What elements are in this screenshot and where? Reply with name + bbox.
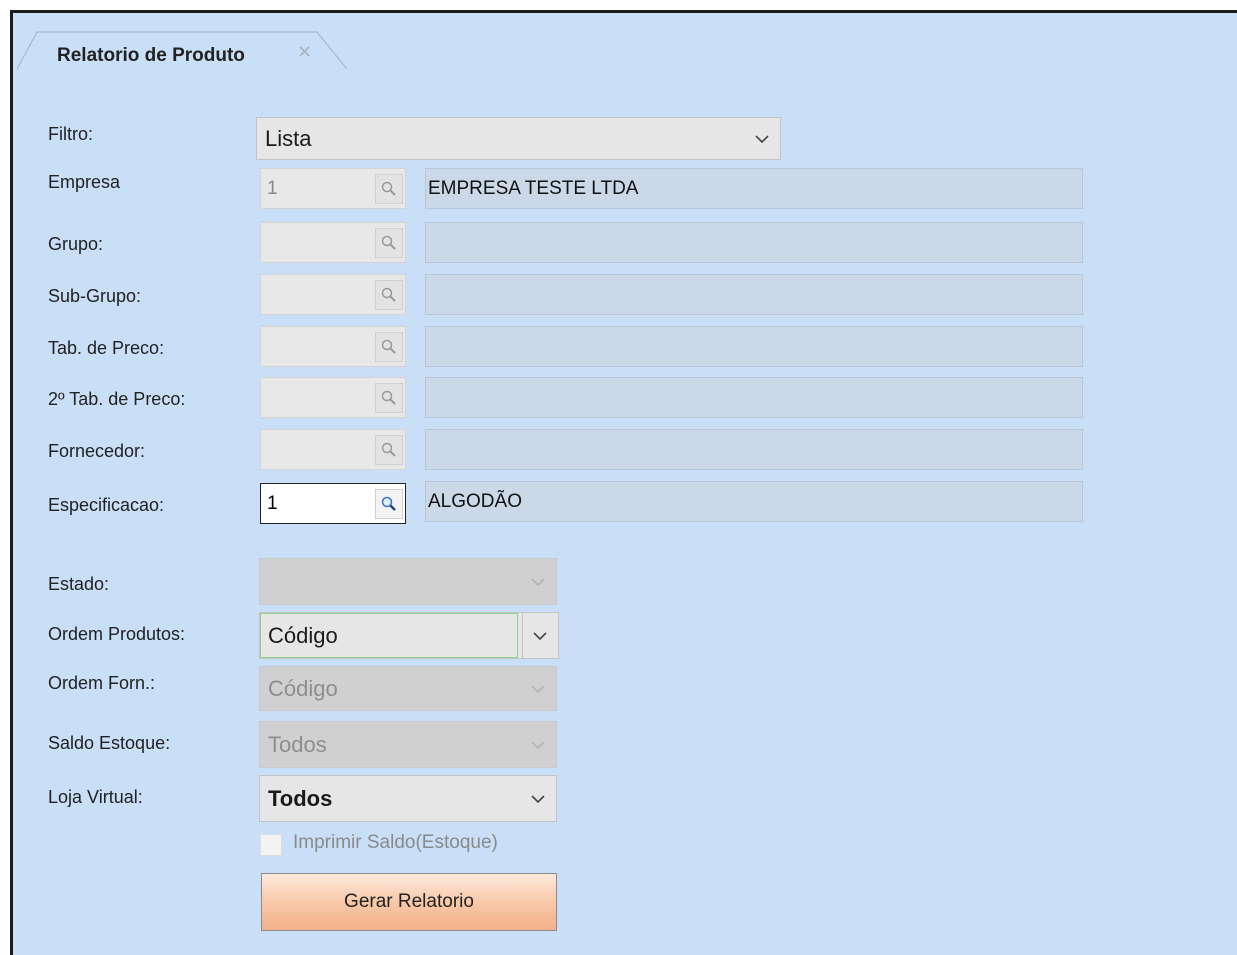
- estado-select[interactable]: [259, 558, 557, 605]
- chevron-down-icon: [533, 631, 547, 640]
- grupo-label: Grupo:: [48, 234, 104, 254]
- subgrupo-lookup-button[interactable]: [375, 280, 403, 310]
- especificacao-code-value: 1: [267, 492, 278, 514]
- grupo-lookup-button[interactable]: [375, 228, 403, 258]
- chevron-down-icon: [531, 684, 545, 693]
- imprimir-saldo-label: Imprimir Saldo(Estoque): [293, 832, 498, 853]
- empresa-label: Empresa: [48, 172, 121, 192]
- tab-preco-code-input[interactable]: [260, 326, 406, 367]
- ordem-produtos-select[interactable]: Código: [259, 612, 559, 659]
- filtro-label: Filtro:: [48, 124, 93, 144]
- magnifier-icon: [381, 287, 396, 302]
- saldo-estoque-value: Todos: [268, 731, 327, 757]
- ordem-produtos-value: Código: [268, 622, 338, 648]
- fornecedor-label: Fornecedor:: [48, 441, 146, 461]
- grupo-description-field: [425, 222, 1083, 263]
- loja-virtual-label: Loja Virtual:: [48, 787, 143, 807]
- tab-relatorio-produto[interactable]: Relatorio de Produto ✕: [17, 18, 347, 70]
- tab-preco2-description-field: [425, 377, 1083, 418]
- subgrupo-description-field: [425, 274, 1083, 315]
- subgrupo-code-input[interactable]: [260, 274, 406, 315]
- gerar-relatorio-button[interactable]: Gerar Relatorio: [261, 873, 557, 931]
- fornecedor-description-field: [425, 429, 1083, 470]
- empresa-lookup-button[interactable]: [375, 174, 403, 204]
- dropdown-separator: [522, 613, 523, 658]
- especificacao-description-field: ALGODÃO: [425, 481, 1083, 522]
- especificacao-lookup-button[interactable]: [375, 489, 403, 519]
- tab-title: Relatorio de Produto: [57, 45, 245, 66]
- estado-label: Estado:: [48, 574, 110, 594]
- magnifier-icon: [381, 181, 396, 196]
- chevron-down-icon: [755, 134, 769, 143]
- magnifier-icon: [381, 442, 396, 457]
- magnifier-icon: [381, 390, 396, 405]
- magnifier-icon: [381, 339, 396, 354]
- empresa-description-value: EMPRESA TESTE LTDA: [428, 177, 639, 199]
- imprimir-saldo-checkbox[interactable]: [260, 834, 282, 856]
- especificacao-label: Especificacao:: [48, 495, 165, 515]
- ordem-produtos-label: Ordem Produtos:: [48, 624, 186, 644]
- tab-preco-lookup-button[interactable]: [375, 332, 403, 362]
- magnifier-icon: [381, 496, 396, 511]
- fornecedor-lookup-button[interactable]: [375, 435, 403, 465]
- filtro-select[interactable]: Lista: [256, 117, 781, 160]
- tab-preco-label: Tab. de Preco:: [48, 338, 165, 358]
- chevron-down-icon: [531, 577, 545, 586]
- empresa-code-value: 1: [267, 177, 278, 199]
- fornecedor-code-input[interactable]: [260, 429, 406, 470]
- empresa-code-input[interactable]: 1: [260, 168, 406, 209]
- filtro-value: Lista: [265, 125, 312, 151]
- saldo-estoque-select[interactable]: Todos: [259, 721, 557, 768]
- chevron-down-icon: [531, 740, 545, 749]
- tab-preco2-label: 2º Tab. de Preco:: [48, 389, 186, 409]
- tab-preco2-lookup-button[interactable]: [375, 383, 403, 413]
- loja-virtual-select[interactable]: Todos: [259, 775, 557, 822]
- especificacao-description-value: ALGODÃO: [428, 490, 522, 512]
- ordem-forn-select[interactable]: Código: [259, 666, 557, 711]
- tab-preco2-code-input[interactable]: [260, 377, 406, 418]
- close-icon[interactable]: ✕: [297, 42, 312, 63]
- especificacao-code-input[interactable]: 1: [260, 483, 406, 524]
- ordem-forn-label: Ordem Forn.:: [48, 673, 156, 693]
- empresa-description-field: EMPRESA TESTE LTDA: [425, 168, 1083, 209]
- grupo-code-input[interactable]: [260, 222, 406, 263]
- loja-virtual-value: Todos: [268, 785, 333, 811]
- magnifier-icon: [381, 235, 396, 250]
- subgrupo-label: Sub-Grupo:: [48, 286, 142, 306]
- tab-preco-description-field: [425, 326, 1083, 367]
- chevron-down-icon: [531, 794, 545, 803]
- ordem-forn-value: Código: [268, 675, 338, 701]
- saldo-estoque-label: Saldo Estoque:: [48, 733, 171, 753]
